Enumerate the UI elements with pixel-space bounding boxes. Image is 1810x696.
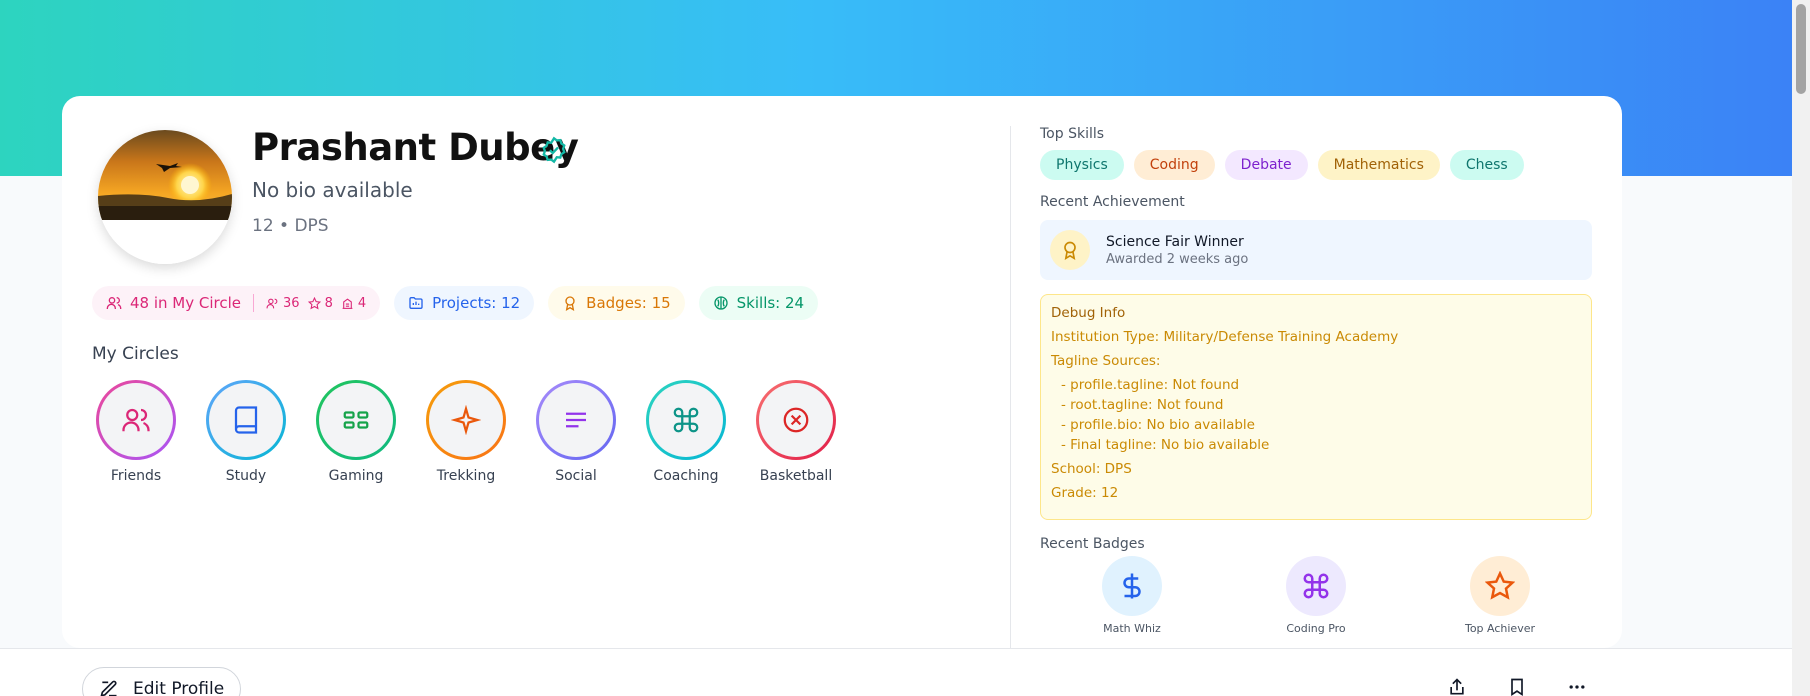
recent-badges-title: Recent Badges — [1040, 536, 1145, 552]
my-circle-count: 48 in My Circle — [130, 294, 242, 312]
grid-icon — [343, 411, 369, 429]
badges-count: Badges: 15 — [586, 294, 671, 312]
more-icon — [1569, 685, 1585, 689]
debug-item: - profile.tagline: Not found — [1061, 377, 1240, 393]
column-divider — [1010, 126, 1011, 648]
badges-pill[interactable]: Badges: 15 — [548, 286, 685, 320]
skill-tag[interactable]: Coding — [1133, 150, 1215, 180]
profile-card: Prashant Dubey No bio available 12 • DPS… — [62, 96, 1622, 648]
command-icon — [1303, 573, 1329, 599]
badge-label: Coding Pro — [1286, 622, 1346, 635]
users-small-icon — [266, 298, 278, 308]
circle-label: Basketball — [759, 468, 833, 484]
top-skills-title: Top Skills — [1040, 126, 1105, 142]
skill-tag[interactable]: Debate — [1224, 150, 1308, 180]
text-lines-icon — [566, 412, 586, 428]
debug-institution: Institution Type: Military/Defense Train… — [1051, 329, 1399, 345]
circle-friends[interactable]: Friends — [96, 380, 176, 484]
debug-tagline-sources: Tagline Sources: — [1051, 353, 1161, 369]
circle-label: Trekking — [436, 468, 496, 484]
groups-count-value: 4 — [357, 295, 367, 311]
users-icon — [122, 408, 150, 432]
share-button[interactable] — [1445, 675, 1469, 696]
sparkle-icon — [451, 405, 481, 435]
skills-list: Physics Coding Debate Mathematics Chess — [1040, 150, 1592, 180]
recent-achievement-title: Recent Achievement — [1040, 194, 1185, 210]
folder-icon — [409, 297, 423, 309]
achievement-title: Science Fair Winner — [1106, 233, 1244, 250]
my-circles-title: My Circles — [92, 344, 179, 364]
stars-count: 8 — [307, 295, 333, 311]
star-icon — [1485, 571, 1515, 600]
users-icon — [106, 297, 122, 309]
badge-math-whiz[interactable]: Math Whiz — [1040, 556, 1224, 635]
more-options-button[interactable] — [1565, 675, 1589, 696]
book-icon — [234, 406, 258, 434]
projects-count: Projects: 12 — [432, 294, 521, 312]
circles-list: Friends Study Gaming Trekking Social Coa… — [96, 380, 836, 484]
profile-meta: 12 • DPS — [252, 216, 329, 236]
badge-top-achiever[interactable]: Top Achiever — [1408, 556, 1592, 635]
debug-title: Debug Info — [1051, 305, 1126, 321]
edit-profile-button[interactable]: Edit Profile — [82, 667, 242, 696]
circle-coaching[interactable]: Coaching — [646, 380, 726, 484]
stats-row: 48 in My Circle 36 8 4 Projects: 12 Badg… — [92, 286, 819, 320]
achievement-subtitle: Awarded 2 weeks ago — [1106, 251, 1249, 267]
page-scrollbar[interactable] — [1792, 0, 1810, 696]
building-small-icon — [342, 298, 353, 309]
circle-label: Gaming — [328, 468, 384, 484]
skill-tag[interactable]: Physics — [1040, 150, 1124, 180]
debug-item: - Final tagline: No bio available — [1061, 437, 1270, 453]
skills-count: Skills: 24 — [736, 294, 805, 312]
circle-study[interactable]: Study — [206, 380, 286, 484]
debug-school: School: DPS — [1051, 461, 1132, 477]
dollar-icon — [1123, 573, 1141, 599]
circle-social[interactable]: Social — [536, 380, 616, 484]
pill-divider — [253, 294, 255, 312]
avatar[interactable] — [98, 130, 232, 264]
circle-x-icon — [783, 407, 809, 433]
bookmark-button[interactable] — [1505, 675, 1529, 696]
verified-badge-icon — [540, 136, 568, 168]
skills-pill[interactable]: Skills: 24 — [698, 286, 819, 320]
profile-name: Prashant Dubey — [252, 126, 579, 169]
profile-bio: No bio available — [252, 178, 413, 202]
share-icon — [1450, 678, 1464, 695]
command-icon — [673, 407, 699, 433]
circle-label: Friends — [110, 468, 162, 484]
award-icon — [565, 296, 575, 311]
skill-tag[interactable]: Mathematics — [1317, 150, 1440, 180]
award-icon — [1050, 230, 1090, 270]
projects-pill[interactable]: Projects: 12 — [394, 286, 535, 320]
debug-grade: Grade: 12 — [1051, 485, 1119, 501]
circle-gaming[interactable]: Gaming — [316, 380, 396, 484]
brain-icon — [713, 296, 728, 310]
circle-trekking[interactable]: Trekking — [426, 380, 506, 484]
star-small-icon — [307, 296, 321, 309]
groups-count: 4 — [341, 296, 366, 311]
scrollbar-thumb[interactable] — [1796, 4, 1806, 94]
circle-label: Social — [555, 468, 597, 484]
profile-sidebar: Top Skills Physics Coding Debate Mathema… — [1040, 126, 1592, 635]
skill-tag[interactable]: Chess — [1449, 150, 1524, 180]
badge-label: Math Whiz — [1103, 622, 1161, 635]
badge-coding-pro[interactable]: Coding Pro — [1224, 556, 1408, 635]
friends-count: 36 — [266, 296, 300, 311]
debug-item: - profile.bio: No bio available — [1061, 417, 1255, 433]
badge-label: Top Achiever — [1464, 622, 1536, 635]
bookmark-icon — [1511, 678, 1523, 696]
circle-label: Study — [225, 468, 267, 484]
circle-label: Coaching — [653, 468, 719, 484]
circle-basketball[interactable]: Basketball — [756, 380, 836, 484]
badges-list: Math Whiz Coding Pro Top Achiever — [1040, 556, 1592, 635]
stars-count-value: 8 — [324, 295, 333, 311]
achievement-card[interactable]: Science Fair Winner Awarded 2 weeks ago — [1040, 220, 1592, 280]
debug-item: - root.tagline: Not found — [1061, 397, 1224, 413]
edit-icon — [100, 680, 117, 696]
edit-profile-label: Edit Profile — [133, 679, 225, 696]
my-circle-pill[interactable]: 48 in My Circle 36 8 4 — [92, 286, 381, 320]
debug-info-panel: Debug Info Institution Type: Military/De… — [1040, 294, 1592, 520]
profile-action-bar: Edit Profile — [0, 648, 1792, 696]
friends-count-value: 36 — [283, 295, 300, 311]
